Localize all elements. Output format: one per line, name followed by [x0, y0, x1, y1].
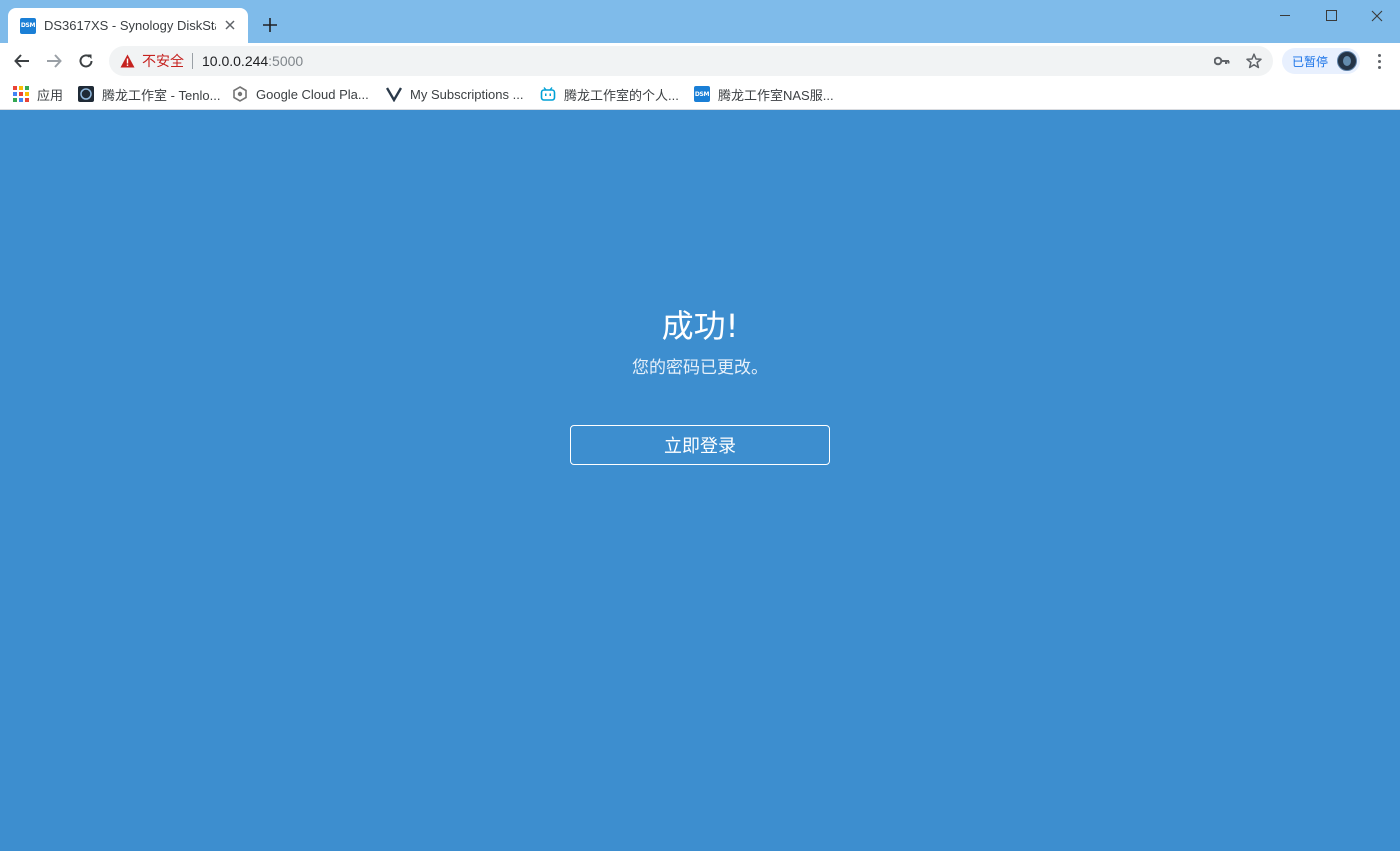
forward-arrow-icon	[47, 54, 62, 68]
back-button[interactable]	[9, 48, 35, 74]
bookmark-label: 腾龙工作室NAS服...	[718, 87, 834, 103]
bookmark-label: Google Cloud Pla...	[256, 86, 369, 102]
bookmark-label: 应用	[37, 87, 64, 103]
bookmark-subscriptions[interactable]: My Subscriptions ...	[386, 84, 523, 104]
reload-icon	[79, 54, 93, 68]
bookmark-label: 腾龙工作室的个人...	[564, 87, 679, 103]
bookmark-google-cloud[interactable]: Google Cloud Pla...	[232, 84, 369, 104]
page-content: 成功! 您的密码已更改。 立即登录	[0, 111, 1400, 851]
login-now-button[interactable]: 立即登录	[570, 425, 830, 465]
bookmark-apps[interactable]: 应用	[13, 84, 63, 104]
new-tab-button[interactable]	[258, 14, 282, 38]
address-bar[interactable]: 不安全 10.0.0.244:5000	[109, 46, 1273, 76]
browser-tab-active[interactable]: DSM DS3617XS - Synology DiskStation	[8, 8, 248, 43]
dsm-icon: DSM	[694, 86, 710, 102]
bookmark-label: My Subscriptions ...	[410, 86, 524, 102]
reload-button[interactable]	[73, 48, 99, 74]
success-message: 您的密码已更改。	[632, 358, 768, 378]
avatar	[1337, 51, 1357, 71]
window-close-button[interactable]	[1354, 4, 1400, 28]
dsm-favicon-icon: DSM	[20, 17, 36, 34]
not-secure-label[interactable]: 不安全	[142, 51, 184, 71]
url-port: :5000	[268, 53, 304, 69]
forward-button[interactable]	[41, 48, 67, 74]
browser-toolbar: 不安全 10.0.0.244:5000 已暂停	[0, 43, 1400, 78]
profile-button[interactable]: 已暂停	[1282, 48, 1360, 74]
bookmark-nas[interactable]: DSM 腾龙工作室NAS服...	[694, 84, 834, 104]
v-logo-icon	[386, 86, 402, 102]
apps-grid-icon	[13, 86, 29, 102]
tab-title: DS3617XS - Synology DiskStation	[44, 18, 216, 33]
address-separator	[192, 53, 193, 69]
warning-triangle-icon[interactable]	[119, 53, 135, 69]
browser-tab-strip: DSM DS3617XS - Synology DiskStation	[0, 0, 1400, 43]
profile-status-label: 已暂停	[1292, 54, 1329, 69]
bilibili-icon	[540, 86, 556, 102]
bookmark-star-icon[interactable]	[1246, 53, 1262, 69]
bookmark-tenlong[interactable]: 腾龙工作室 - Tenlo...	[78, 84, 220, 104]
window-maximize-button[interactable]	[1308, 4, 1354, 28]
bookmarks-bar: 应用 腾龙工作室 - Tenlo... Google Cloud Pla... …	[0, 78, 1400, 110]
gcp-hexagon-icon	[232, 86, 248, 102]
bookmark-label: 腾龙工作室 - Tenlo...	[102, 87, 221, 103]
dsm-badge: DSM	[694, 86, 710, 102]
tenlong-logo-icon	[78, 86, 94, 102]
success-title: 成功!	[661, 307, 739, 345]
back-arrow-icon	[14, 54, 29, 68]
key-icon[interactable]	[1214, 53, 1230, 69]
tab-close-icon[interactable]	[222, 18, 238, 34]
url-host: 10.0.0.244	[202, 53, 269, 69]
window-minimize-button[interactable]	[1262, 4, 1308, 28]
browser-menu-button[interactable]	[1369, 50, 1389, 72]
bookmark-bilibili[interactable]: 腾龙工作室的个人...	[540, 84, 679, 104]
